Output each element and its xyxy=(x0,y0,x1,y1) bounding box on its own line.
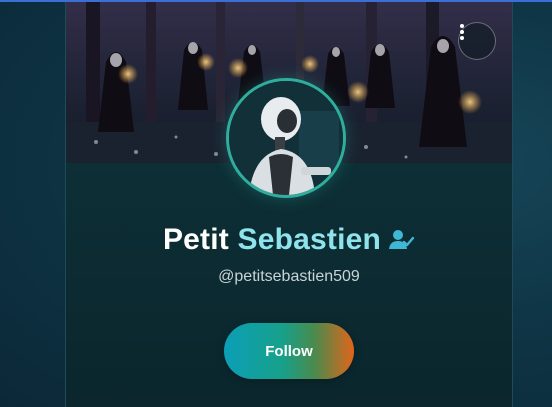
more-options-button[interactable] xyxy=(458,22,496,60)
follow-button[interactable]: Follow xyxy=(224,323,354,379)
first-name: Petit xyxy=(162,223,229,256)
profile-name: Petit Sebastien xyxy=(163,223,381,257)
verified-user-icon xyxy=(389,230,415,249)
avatar[interactable] xyxy=(229,81,343,195)
more-vertical-icon xyxy=(460,24,464,40)
profile-card: Petit Sebastien @petitsebastien509 Follo… xyxy=(65,2,513,407)
profile-name-row: Petit Sebastien xyxy=(66,220,512,260)
last-name: Sebastien xyxy=(237,223,382,256)
profile-handle: @petitsebastien509 xyxy=(218,268,360,285)
